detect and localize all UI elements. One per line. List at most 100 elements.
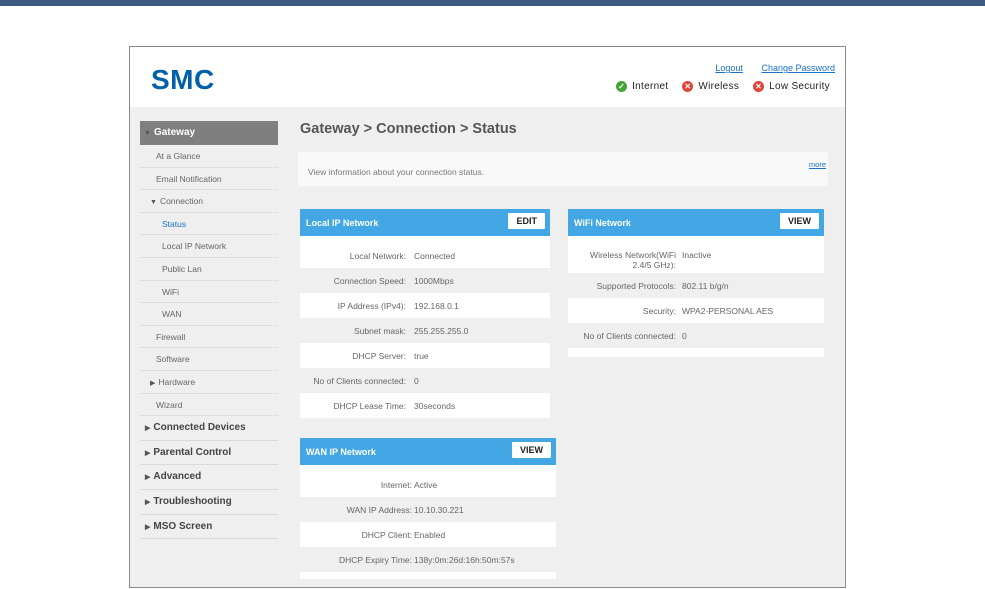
table-row: WAN IP Address: 10.10.30.221 (300, 497, 556, 522)
status-wireless-label: Wireless (698, 81, 740, 92)
sidebar-section-label: Advanced (153, 471, 202, 483)
row-label: IP Address (IPv4): (337, 301, 406, 311)
status-internet-label: Internet (632, 81, 669, 92)
sidebar-section-connected-devices[interactable]: ▶ Connected Devices (140, 416, 278, 441)
sidebar-section-advanced[interactable]: ▶ Advanced (140, 465, 278, 490)
sidebar-item-label: Hardware (158, 376, 196, 387)
sidebar-item-hardware[interactable]: ▶ Hardware (140, 371, 278, 394)
row-label: Wireless Network(WiFi 2.4/5 GHz): (590, 250, 676, 270)
table-row: No of Clients connected: 0 (300, 368, 550, 393)
content-area: ▼ Gateway At a Glance Email Notification … (130, 107, 845, 587)
triangle-right-icon: ▶ (145, 523, 151, 531)
row-label: Supported Protocols: (596, 281, 676, 291)
sidebar-item-wifi[interactable]: WiFi (140, 281, 278, 304)
table-row: IP Address (IPv4): 192.168.0.1 (300, 293, 550, 318)
sidebar-head-label: Gateway (153, 127, 196, 138)
row-label: WAN IP Address: (346, 505, 412, 515)
more-link[interactable]: more (809, 160, 826, 169)
top-accent-bar (0, 0, 985, 6)
card-title: WiFi Network (574, 218, 631, 228)
view-button[interactable]: VIEW (511, 442, 551, 458)
sidebar-nav: ▼ Gateway At a Glance Email Notification … (140, 121, 278, 540)
card-title: WAN IP Network (306, 447, 376, 457)
sidebar-item-public-lan[interactable]: Public Lan (140, 258, 278, 281)
sidebar-item-label: Connection (159, 196, 203, 207)
local-ip-network-card: Local IP Network EDIT Local Network: Conn… (300, 209, 550, 418)
row-label: Internet: (380, 480, 412, 490)
smc-logo: SMC (151, 64, 215, 95)
row-value: 1000Mbps (414, 276, 454, 286)
row-value: 138y:0m:26d:16h:50m:57s (414, 555, 515, 565)
table-row: Wireless Network(WiFi 2.4/5 GHz): Inacti… (568, 243, 824, 273)
sidebar-section-label: Connected Devices (153, 422, 246, 434)
sidebar-item-connection[interactable]: ▼ Connection (140, 190, 278, 213)
triangle-right-icon: ▶ (145, 498, 151, 506)
status-security-label: Low Security (769, 81, 830, 92)
sidebar-item-status[interactable]: Status (140, 213, 278, 236)
logout-link[interactable]: Logout (715, 63, 743, 73)
row-label: DHCP Server: (352, 351, 406, 361)
sidebar-item-wizard[interactable]: Wizard (140, 394, 278, 417)
status-internet: ✓ Internet (616, 81, 668, 92)
status-security: ✕ Low Security (753, 81, 830, 92)
card-header: Local IP Network EDIT (300, 209, 550, 236)
sidebar-section-mso-screen[interactable]: ▶ MSO Screen (140, 515, 278, 540)
table-row: DHCP Expiry Time: 138y:0m:26d:16h:50m:57s (300, 547, 556, 572)
card-header: WiFi Network VIEW (568, 209, 824, 236)
sidebar-section-parental-control[interactable]: ▶ Parental Control (140, 441, 278, 466)
row-label: Local Network: (349, 251, 406, 261)
row-value: WPA2-PERSONAL AES (682, 306, 774, 316)
table-row: Connection Speed: 1000Mbps (300, 268, 550, 293)
row-value: Active (414, 480, 438, 490)
wan-ip-network-card: WAN IP Network VIEW Internet: Active WAN … (300, 438, 556, 579)
table-row: Internet: Active (300, 472, 556, 497)
row-value: Enabled (414, 530, 446, 540)
change-password-link[interactable]: Change Password (761, 63, 835, 73)
sidebar-item-local-ip-network[interactable]: Local IP Network (140, 235, 278, 258)
row-label: No of Clients connected: (313, 376, 406, 386)
sidebar-item-gateway[interactable]: ▼ Gateway (140, 121, 278, 145)
view-button[interactable]: VIEW (779, 213, 819, 229)
row-label: Subnet mask: (354, 326, 406, 336)
row-label: DHCP Expiry Time: (338, 555, 412, 565)
sidebar-item-wan[interactable]: WAN (140, 303, 278, 326)
table-row: DHCP Client: Enabled (300, 522, 556, 547)
table-row: No of Clients connected: 0 (568, 323, 824, 348)
card-header: WAN IP Network VIEW (300, 438, 556, 465)
row-label: No of Clients connected: (583, 331, 676, 341)
info-text: View information about your connection s… (308, 167, 485, 177)
sidebar-item-firewall[interactable]: Firewall (140, 326, 278, 349)
row-label: Connection Speed: (333, 276, 406, 286)
row-value: 0 (414, 376, 419, 386)
table-row: DHCP Lease Time: 30seconds (300, 393, 550, 418)
row-value: 10.10.30.221 (414, 505, 464, 515)
sidebar-item-at-a-glance[interactable]: At a Glance (140, 145, 278, 168)
triangle-right-icon: ▶ (145, 474, 151, 482)
table-row: Security: WPA2-PERSONAL AES (568, 298, 824, 323)
card-title: Local IP Network (306, 218, 379, 228)
sidebar-section-troubleshooting[interactable]: ▶ Troubleshooting (140, 490, 278, 515)
edit-button[interactable]: EDIT (508, 213, 545, 229)
sidebar-section-label: MSO Screen (153, 520, 213, 532)
triangle-right-icon: ▶ (145, 425, 151, 433)
triangle-down-icon: ▼ (144, 130, 151, 137)
error-icon: ✕ (753, 81, 765, 92)
check-icon: ✓ (616, 81, 628, 92)
row-value: 255.255.255.0 (414, 326, 469, 336)
sidebar-section-label: Parental Control (153, 446, 232, 458)
wifi-network-card: WiFi Network VIEW Wireless Network(WiFi … (568, 209, 824, 357)
triangle-down-icon: ▼ (150, 199, 157, 207)
row-value: 802.11 b/g/n (682, 281, 729, 291)
row-value: 30seconds (414, 401, 456, 411)
row-label: DHCP Client: (361, 530, 412, 540)
triangle-right-icon: ▶ (145, 449, 151, 457)
row-value: Inactive (682, 250, 712, 260)
sidebar-item-software[interactable]: Software (140, 348, 278, 371)
sidebar-item-email-notification[interactable]: Email Notification (140, 168, 278, 191)
status-indicators: ✓ Internet ✕ Wireless ✕ Low Security (616, 81, 830, 92)
error-icon: ✕ (682, 81, 694, 92)
table-row: DHCP Server: true (300, 343, 550, 368)
row-value: 0 (682, 331, 687, 341)
row-value: Connected (414, 251, 456, 261)
row-label: DHCP Lease Time: (333, 401, 406, 411)
